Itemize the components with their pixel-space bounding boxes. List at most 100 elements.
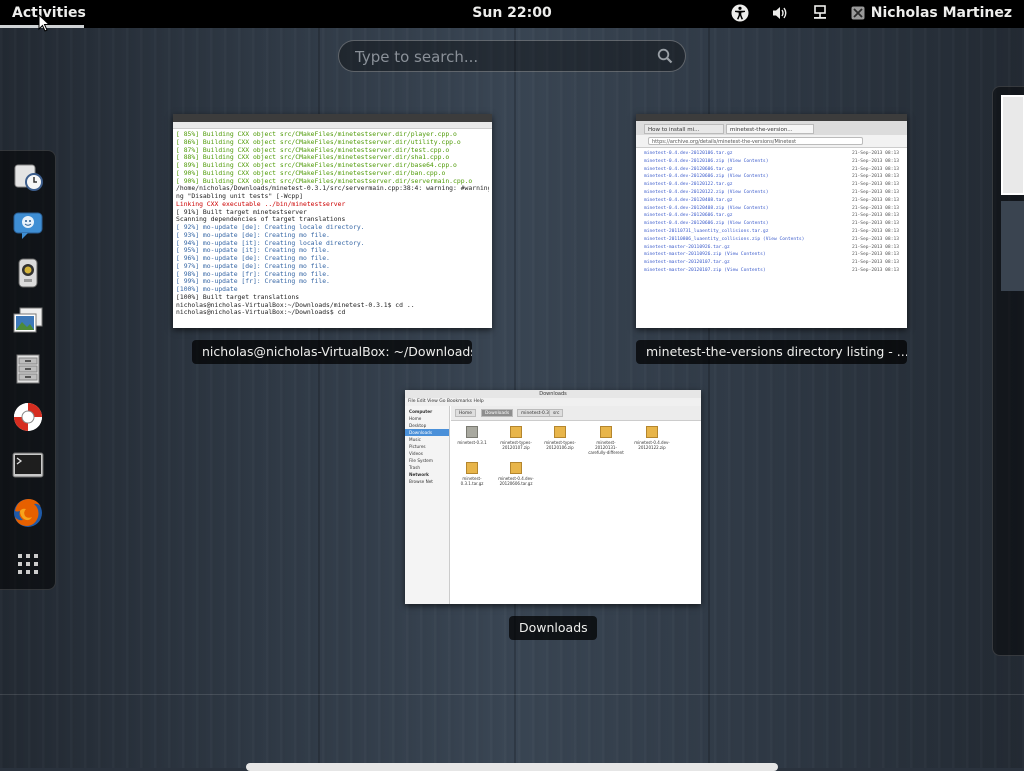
file-date: 21-Sep-2013 08:13 <box>851 197 899 203</box>
file-link[interactable]: minetest-0.4.dev-20120122.zip (View Cont… <box>644 189 768 197</box>
terminal-line: [ 98%] mo-update [fr]: Creating mo file. <box>176 270 330 278</box>
file-link[interactable]: minetest-0.4.dev-20120606.tar.gz <box>644 166 733 174</box>
terminal-line: [ 95%] mo-update [it]: Creating mo file. <box>176 247 330 255</box>
path-crumb[interactable]: Home <box>455 409 476 417</box>
search-input[interactable] <box>353 41 647 73</box>
file-link[interactable]: minetest-0.4.dev-20120106.tar.gz <box>644 150 733 158</box>
help-icon[interactable] <box>12 401 44 433</box>
top-bar: Activities Sun 22:00 Nicholas Martinez <box>0 0 1024 28</box>
archive-icon <box>554 426 566 438</box>
webcam-icon[interactable] <box>12 257 44 289</box>
volume-icon[interactable] <box>771 4 789 22</box>
sidebar-place[interactable]: Home <box>405 415 449 422</box>
file-link[interactable]: minetest-0.4.dev-20120106.zip (View Cont… <box>644 158 768 166</box>
workspace-thumbnail-empty[interactable] <box>1001 201 1024 291</box>
terminal-line: [ 90%] Building CXX object src/CMakeFile… <box>176 177 473 185</box>
file-name: minetest-0.3.1 <box>457 440 487 445</box>
file-link[interactable]: minetest-0.4.dev-20120408.zip (View Cont… <box>644 205 768 213</box>
file-link[interactable]: minetest-0.4.dev-20120606.tar.gz <box>644 212 733 220</box>
terminal-window-thumbnail[interactable]: [ 85%] Building CXX object src/CMakeFile… <box>173 114 492 328</box>
sidebar-place[interactable]: Music <box>405 436 449 443</box>
terminal-icon[interactable] <box>12 449 44 481</box>
terminal-line: [ 88%] Building CXX object src/CMakeFile… <box>176 154 450 162</box>
path-crumb[interactable]: Downloads <box>481 409 514 417</box>
sidebar-place[interactable]: Videos <box>405 450 449 457</box>
file-date: 21-Sep-2013 08:13 <box>851 260 899 266</box>
file-link[interactable]: minetest-0.4.dev-20120122.tar.gz <box>644 181 733 189</box>
terminal-line: [ 91%] Built target minetestserver <box>176 208 307 216</box>
file-name: minetest-types-20120107.zip <box>500 440 532 450</box>
file-manager-window-thumbnail[interactable]: Downloads File Edit View Go Bookmarks He… <box>405 390 701 604</box>
file-link[interactable]: minetest-master-20110926.tar.gz <box>644 244 730 252</box>
sidebar-place[interactable]: Desktop <box>405 422 449 429</box>
user-menu[interactable]: Nicholas Martinez <box>851 5 1012 21</box>
sidebar-place[interactable]: Downloads <box>405 429 449 436</box>
terminal-line: Linking CXX executable ../bin/minetestse… <box>176 200 346 208</box>
file-link[interactable]: minetest-master-20110926.zip (View Conte… <box>644 251 766 259</box>
file-item[interactable]: minetest-20120131-carefully-different <box>587 426 625 455</box>
file-item[interactable]: minetest-0.3.1 <box>453 426 491 445</box>
terminal-line: [ 92%] mo-update [de]: Creating locale d… <box>176 224 365 231</box>
clock-app-icon[interactable] <box>12 161 44 193</box>
file-date: 21-Sep-2013 08:13 <box>851 205 899 211</box>
terminal-line: [100%] Built target translations <box>176 293 300 301</box>
file-name: minetest-0.3.1.tar.gz <box>460 476 484 486</box>
url-bar[interactable]: https://archive.org/details/minetest-the… <box>648 137 863 145</box>
message-tray-handle[interactable] <box>246 763 778 771</box>
terminal-line: [ 86%] Building CXX object src/CMakeFile… <box>176 138 461 146</box>
listing-row: minetest-0.4.dev-20120606.zip (View Cont… <box>644 173 899 181</box>
user-name: Nicholas Martinez <box>870 5 1012 21</box>
file-link[interactable]: minetest-0.4.dev-20120408.tar.gz <box>644 197 733 205</box>
file-link[interactable]: minetest-20110731_luaentity_collisions.t… <box>644 228 768 236</box>
firefox-icon[interactable] <box>12 497 44 529</box>
browser-window-thumbnail[interactable]: How to install mi... minetest-the-versio… <box>636 114 907 328</box>
workspace-thumbnail-current[interactable] <box>1001 95 1024 195</box>
path-crumb[interactable]: src <box>549 409 564 417</box>
sidebar-place[interactable]: Browse Net <box>405 478 449 485</box>
file-date: 21-Sep-2013 08:13 <box>851 213 899 219</box>
window-caption-terminal[interactable]: nicholas@nicholas-VirtualBox: ~/Download… <box>192 340 472 364</box>
file-manager-sidebar: Computer Home Desktop Downloads Music Picture… <box>405 406 450 604</box>
browser-tab[interactable]: How to install mi... <box>644 124 724 134</box>
file-link[interactable]: minetest-0.4.dev-20120606.zip (View Cont… <box>644 173 768 181</box>
empathy-icon[interactable] <box>12 209 44 241</box>
browser-tab-active[interactable]: minetest-the-version... <box>726 124 814 134</box>
archive-icon <box>600 426 612 438</box>
window-caption-browser[interactable]: minetest-the-versions directory listing … <box>636 340 907 364</box>
files-icon[interactable] <box>12 353 44 385</box>
sidebar-place: Computer <box>409 409 433 414</box>
file-date: 21-Sep-2013 08:13 <box>851 228 899 234</box>
listing-row: minetest-0.4.dev-20120606.tar.gz 21-Sep-2… <box>644 212 899 220</box>
listing-row: minetest-0.4.dev-20120122.tar.gz 21-Sep-2… <box>644 181 899 189</box>
file-item[interactable]: minetest-0.4.dev-20120122.zip <box>633 426 671 450</box>
window-titlebar <box>636 114 907 121</box>
accessibility-icon[interactable] <box>731 4 749 22</box>
sidebar-place[interactable]: Pictures <box>405 443 449 450</box>
listing-row: minetest-0.4.dev-20120106.zip (View Cont… <box>644 158 899 166</box>
file-link[interactable]: minetest-20110806_luaentity_collisions.z… <box>644 236 804 244</box>
directory-listing: minetest-0.4.dev-20120106.tar.gz 21-Sep-2… <box>636 148 907 277</box>
file-link[interactable]: minetest-0.4.dev-20120606.zip (View Cont… <box>644 220 768 228</box>
file-item[interactable]: minetest-types-20120107.zip <box>497 426 535 450</box>
file-item[interactable]: minetest-types-20120106.zip <box>541 426 579 450</box>
sidebar-place[interactable]: Trash <box>405 464 449 471</box>
folder-icon <box>466 426 478 438</box>
dash <box>0 150 56 590</box>
file-link[interactable]: minetest-master-20120107.zip (View Conte… <box>644 267 766 275</box>
terminal-line: [ 87%] Building CXX object src/CMakeFile… <box>176 146 450 154</box>
mouse-pointer-icon <box>38 14 50 32</box>
workspace-switcher[interactable] <box>992 86 1024 656</box>
window-caption-files[interactable]: Downloads <box>509 616 597 640</box>
sidebar-place[interactable]: File System <box>405 457 449 464</box>
terminal-line: [ 94%] mo-update [it]: Creating locale d… <box>176 239 365 247</box>
file-date: 21-Sep-2013 08:13 <box>851 189 899 195</box>
file-item[interactable]: minetest-0.3.1.tar.gz <box>453 462 491 486</box>
path-bar: Home Downloads minetest-0.3.1 src <box>451 406 701 421</box>
network-icon[interactable] <box>811 4 829 22</box>
show-apps-icon[interactable] <box>12 549 44 581</box>
search-box[interactable] <box>338 40 686 73</box>
image-viewer-icon[interactable] <box>12 305 44 337</box>
file-link[interactable]: minetest-master-20120107.tar.gz <box>644 259 730 267</box>
user-status-icon <box>851 6 865 20</box>
file-item[interactable]: minetest-0.4.dev-20120606.tar.gz <box>497 462 535 486</box>
